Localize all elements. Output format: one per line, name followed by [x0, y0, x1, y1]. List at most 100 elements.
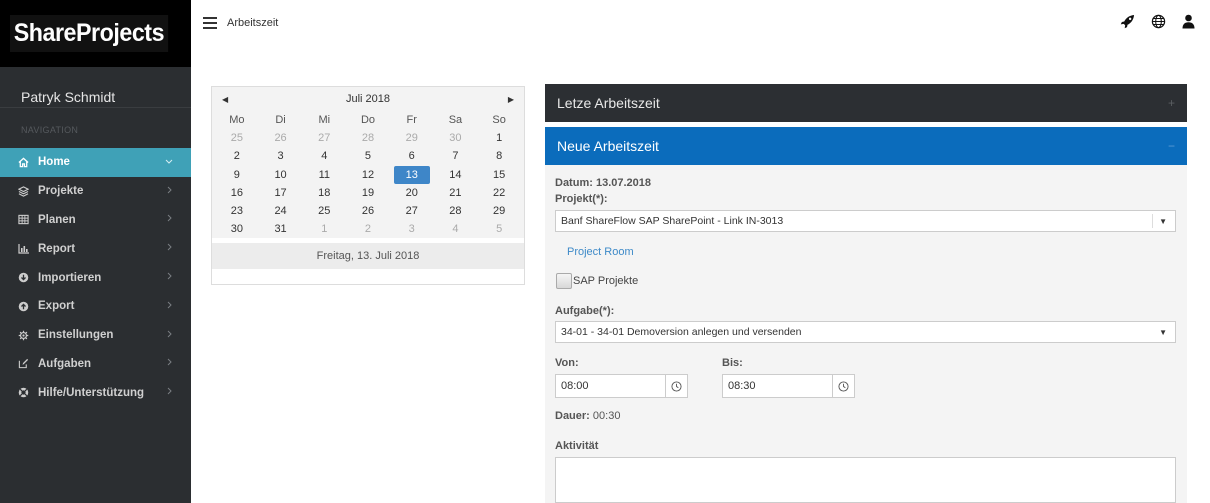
calendar-header: ◀ Juli 2018 ▶ — [212, 87, 524, 111]
weekday-header: Di — [275, 114, 286, 127]
calendar-day[interactable]: 2 — [215, 147, 259, 165]
caret-down-icon: ▼ — [1159, 328, 1167, 337]
calendar-day[interactable]: 4 — [434, 220, 478, 238]
calendar-day[interactable]: 8 — [477, 147, 521, 165]
calendar-day[interactable]: 12 — [346, 166, 390, 184]
sidebar-item-report[interactable]: Report — [0, 234, 191, 263]
rocket-icon[interactable] — [1120, 14, 1135, 32]
von-time-input[interactable]: 08:00 — [555, 374, 688, 398]
calendar-day[interactable]: 22 — [477, 184, 521, 202]
calendar-footer[interactable]: Freitag, 13. Juli 2018 — [212, 243, 524, 270]
sidebar-item-hilfe[interactable]: Hilfe/Unterstützung — [0, 378, 191, 407]
calendar-day[interactable]: 3 — [259, 147, 303, 165]
sidebar-item-export[interactable]: Export — [0, 292, 191, 321]
aufgabe-select[interactable]: 34-01 - 34-01 Demoversion anlegen und ve… — [555, 321, 1176, 343]
calendar-day[interactable]: 3 — [390, 220, 434, 238]
projekt-select[interactable]: Banf ShareFlow SAP SharePoint - Link IN-… — [555, 210, 1176, 232]
calendar-day[interactable]: 4 — [302, 147, 346, 165]
calendar-day[interactable]: 9 — [215, 166, 259, 184]
gear-icon — [18, 330, 36, 341]
weekday-header: Mo — [229, 114, 245, 127]
calendar-day[interactable]: 18 — [302, 184, 346, 202]
sidebar-item-label: Report — [38, 242, 76, 255]
sidebar-item-importieren[interactable]: Importieren — [0, 263, 191, 292]
collapse-icon[interactable]: − — [1168, 139, 1175, 153]
von-label: Von: — [555, 357, 579, 369]
calendar-day[interactable]: 27 — [302, 129, 346, 147]
sidebar-item-planen[interactable]: Planen — [0, 206, 191, 235]
clock-icon[interactable] — [832, 375, 854, 397]
expand-icon[interactable]: + — [1168, 96, 1175, 110]
calendar-day[interactable]: 30 — [434, 129, 478, 147]
calendar-day[interactable]: 29 — [477, 202, 521, 220]
sidebar-item-label: Home — [38, 156, 70, 169]
clock-icon[interactable] — [665, 375, 687, 397]
calendar-day[interactable]: 5 — [477, 220, 521, 238]
calendar-day[interactable]: 26 — [259, 129, 303, 147]
calendar-day[interactable]: 21 — [434, 184, 478, 202]
export-icon — [18, 301, 36, 312]
calendar-day[interactable]: 24 — [259, 202, 303, 220]
caret-down-icon: ▼ — [1159, 217, 1167, 226]
sap-projekte-checkbox[interactable] — [556, 273, 572, 289]
calendar-day[interactable]: 10 — [259, 166, 303, 184]
user-name[interactable]: Patryk Schmidt — [0, 67, 191, 108]
top-icons — [1120, 14, 1195, 32]
calendar-day[interactable]: 25 — [302, 202, 346, 220]
calendar-day[interactable]: 20 — [390, 184, 434, 202]
chevron-down-icon — [165, 157, 173, 168]
calendar-day[interactable]: 23 — [215, 202, 259, 220]
calendar-day[interactable]: 27 — [390, 202, 434, 220]
calendar-day[interactable]: 1 — [302, 220, 346, 238]
panel-title: Letze Arbeitszeit — [557, 95, 660, 111]
logo[interactable]: ShareProjects — [10, 15, 168, 52]
calendar-day[interactable]: 30 — [215, 220, 259, 238]
aktivitaet-textarea[interactable] — [555, 457, 1176, 503]
calendar-month-label[interactable]: Juli 2018 — [346, 93, 390, 105]
globe-icon[interactable] — [1151, 14, 1166, 32]
calendar-day[interactable]: 6 — [390, 147, 434, 165]
weekday-header: Do — [360, 114, 376, 127]
calendar-day[interactable]: 29 — [390, 129, 434, 147]
sidebar-item-einstellungen[interactable]: Einstellungen — [0, 321, 191, 350]
sidebar-item-projekte[interactable]: Projekte — [0, 177, 191, 206]
calendar-day[interactable]: 31 — [259, 220, 303, 238]
calendar-day[interactable]: 25 — [215, 129, 259, 147]
calendar-day[interactable]: 1 — [477, 129, 521, 147]
bis-value: 08:30 — [728, 380, 756, 392]
user-icon[interactable] — [1182, 14, 1195, 32]
sidebar-item-label: Planen — [38, 213, 76, 226]
hamburger-menu-icon[interactable] — [203, 17, 217, 29]
calendar-day[interactable]: 15 — [477, 166, 521, 184]
calendar-day[interactable]: 11 — [302, 166, 346, 184]
project-room-link[interactable]: Project Room — [567, 246, 634, 258]
bis-time-input[interactable]: 08:30 — [722, 374, 855, 398]
weekday-header: So — [492, 114, 506, 127]
calendar-day[interactable]: 2 — [346, 220, 390, 238]
calendar-day[interactable]: 28 — [346, 129, 390, 147]
home-icon — [18, 157, 36, 168]
bar-chart-icon — [18, 243, 36, 254]
dauer-label: Dauer: — [555, 410, 590, 422]
sidebar-item-label: Einstellungen — [38, 329, 114, 342]
calendar-day[interactable]: 17 — [259, 184, 303, 202]
sidebar-item-aufgaben[interactable]: Aufgaben — [0, 350, 191, 379]
calendar-day[interactable]: 14 — [434, 166, 478, 184]
calendar-day[interactable]: 5 — [346, 147, 390, 165]
page-title: Arbeitszeit — [227, 17, 279, 29]
calendar-day[interactable]: 7 — [434, 147, 478, 165]
prev-month-icon[interactable]: ◀ — [222, 95, 228, 104]
panel-new-worktime[interactable]: Neue Arbeitszeit − — [545, 127, 1187, 165]
chevron-right-icon — [167, 330, 173, 341]
chevron-right-icon — [167, 387, 173, 398]
calendar-day[interactable]: 28 — [434, 202, 478, 220]
calendar-day[interactable]: 19 — [346, 184, 390, 202]
calendar-day[interactable]: 16 — [215, 184, 259, 202]
weekday-header: Fr — [406, 114, 417, 127]
next-month-icon[interactable]: ▶ — [508, 95, 514, 104]
calendar-day[interactable]: 26 — [346, 202, 390, 220]
calendar-day-selected[interactable]: 13 — [393, 165, 430, 184]
sidebar-item-home[interactable]: Home — [0, 148, 191, 177]
panel-last-worktime[interactable]: Letze Arbeitszeit + — [545, 84, 1187, 122]
datepicker-calendar: ◀ Juli 2018 ▶ Mo Di Mi Do Fr Sa So 25 26 27 28 29 30… — [211, 86, 525, 285]
